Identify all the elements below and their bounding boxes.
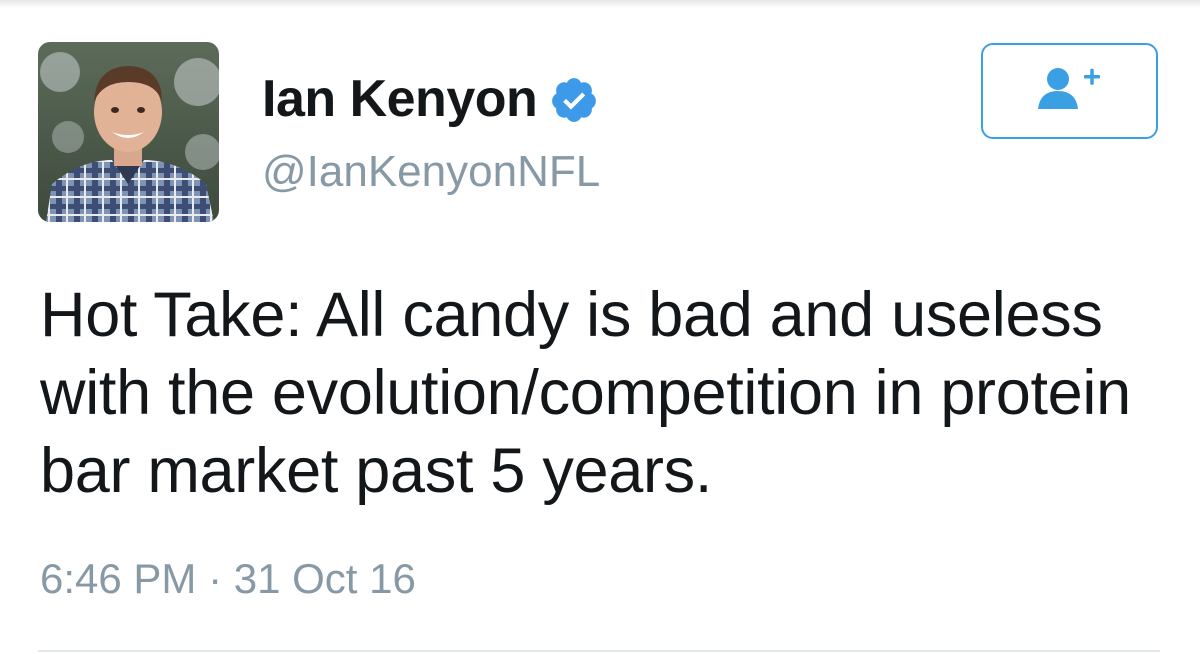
author-handle[interactable]: @IanKenyonNFL — [262, 150, 600, 194]
follow-button[interactable] — [981, 43, 1158, 139]
verified-badge-icon — [549, 75, 599, 125]
tweet-text: Hot Take: All candy is bad and useless w… — [40, 280, 1131, 506]
avatar-photo — [38, 42, 219, 222]
tweet-timestamp[interactable]: 6:46 PM · 31 Oct 16 — [40, 558, 416, 600]
tweet-card: Ian Kenyon @IanKenyonNFL Hot Take: All c… — [0, 0, 1200, 654]
avatar[interactable] — [38, 42, 219, 222]
author-name-row: Ian Kenyon — [262, 64, 599, 134]
author-display-name[interactable]: Ian Kenyon — [262, 73, 538, 125]
add-user-icon — [1034, 63, 1106, 120]
top-shadow — [0, 0, 1200, 8]
divider — [38, 650, 1160, 652]
